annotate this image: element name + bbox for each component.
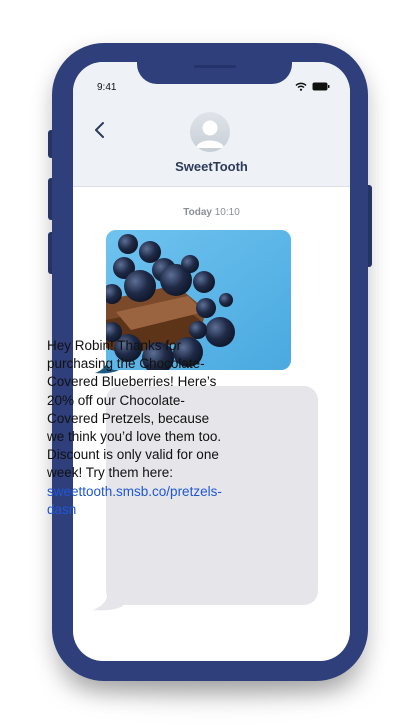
wifi-icon [295,82,307,91]
avatar-icon[interactable] [190,112,230,152]
conversation-header: 9:41 SweetTooth [73,62,350,187]
discount-link-continued[interactable]: dasn [47,501,237,519]
battery-icon [312,82,330,91]
message-line: Hey Robin! Thanks for [47,338,182,353]
status-time: 9:41 [97,82,117,93]
message-line: Discount is only valid for one [47,447,219,463]
notch [137,62,292,84]
message-line: Covered Blueberries! Here’s [47,374,217,390]
back-chevron-icon[interactable] [93,121,105,143]
discount-link[interactable]: sweettooth.smsb.co/pretzels- [47,483,237,501]
message-line: we think you’d love them too. [47,429,222,445]
message-timestamp: Today 10:10 [73,207,350,218]
status-icons [295,82,330,91]
message-line: week! Try them here: [47,465,174,481]
timestamp-time: 10:10 [214,207,240,218]
message-text[interactable]: Hey Robin! Thanks for purchasing the Cho… [47,337,237,519]
contact-name[interactable]: SweetTooth [73,159,350,174]
speaker-grill [194,65,236,68]
message-line: 20% off our Chocolate- [47,392,185,408]
message-line: Covered Pretzels, because [47,410,210,426]
message-line: purchasing the Chocolate- [47,356,205,372]
timestamp-day: Today [183,207,212,218]
